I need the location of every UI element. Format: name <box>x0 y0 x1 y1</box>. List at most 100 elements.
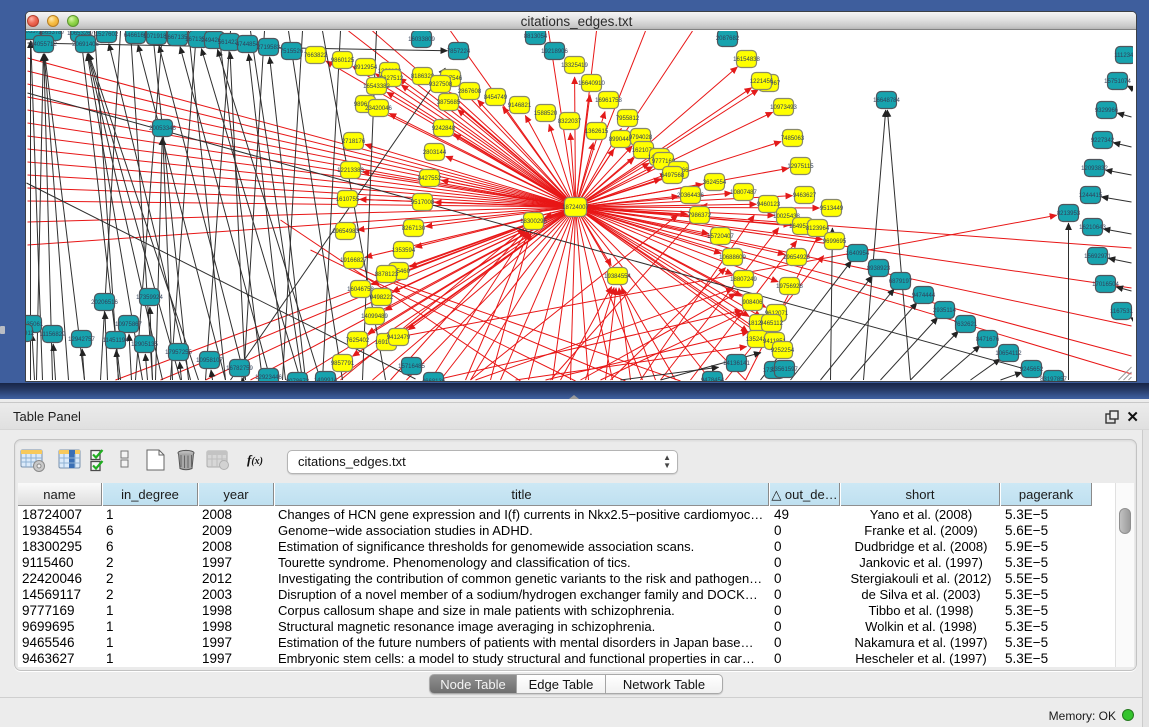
svg-text:18300295: 18300295 <box>520 219 547 225</box>
svg-text:3915912: 3915912 <box>26 331 35 337</box>
svg-text:7986372: 7986372 <box>687 213 711 219</box>
svg-text:1353594: 1353594 <box>391 248 415 254</box>
svg-text:10807487: 10807487 <box>730 190 757 196</box>
svg-text:8213953: 8213953 <box>1056 211 1080 217</box>
svg-text:7663822: 7663822 <box>303 53 327 59</box>
svg-text:12942757: 12942757 <box>68 337 95 343</box>
svg-text:3624554: 3624554 <box>702 180 726 186</box>
svg-text:16210643: 16210643 <box>1079 225 1106 231</box>
svg-text:15720407: 15720407 <box>707 234 734 240</box>
svg-text:1527602: 1527602 <box>94 32 118 38</box>
svg-text:15692971: 15692971 <box>1084 254 1111 260</box>
svg-text:20053346: 20053346 <box>149 126 176 132</box>
svg-text:16961758: 16961758 <box>595 98 622 104</box>
svg-text:16033809: 16033809 <box>408 37 435 43</box>
svg-text:9857791: 9857791 <box>330 361 354 367</box>
svg-text:19654983: 19654983 <box>332 229 359 235</box>
svg-text:2719583: 2719583 <box>256 45 280 51</box>
svg-text:9463627: 9463627 <box>792 193 816 199</box>
svg-text:1362615: 1362615 <box>584 129 608 135</box>
svg-text:19218906: 19218906 <box>541 49 568 55</box>
svg-text:9860125: 9860125 <box>330 58 354 64</box>
svg-text:1112345: 1112345 <box>1114 53 1133 59</box>
svg-text:f(x): f(x) <box>247 452 263 467</box>
svg-text:14055712: 14055712 <box>30 42 57 48</box>
svg-text:9146821: 9146821 <box>507 103 531 109</box>
svg-text:8912954: 8912954 <box>353 65 377 71</box>
svg-text:18807249: 18807249 <box>730 277 757 283</box>
svg-text:15716485: 15716485 <box>398 364 425 370</box>
svg-text:9460123: 9460123 <box>756 202 780 208</box>
svg-text:8427552: 8427552 <box>417 176 441 182</box>
svg-text:12923446: 12923446 <box>255 375 282 381</box>
svg-text:12975115: 12975115 <box>787 164 814 170</box>
svg-text:17359924: 17359924 <box>136 295 163 301</box>
svg-text:9242848: 9242848 <box>431 126 455 132</box>
svg-text:13325419: 13325419 <box>561 63 588 69</box>
svg-text:7515526: 7515526 <box>279 49 303 55</box>
svg-text:8938923: 8938923 <box>866 266 890 272</box>
svg-text:17016504: 17016504 <box>1092 282 1119 288</box>
svg-text:83197857: 83197857 <box>1040 377 1067 381</box>
svg-text:20206516: 20206516 <box>91 300 118 306</box>
svg-text:16543382: 16543382 <box>363 84 390 90</box>
svg-text:20364436: 20364436 <box>677 193 704 199</box>
svg-text:19654923: 19654923 <box>783 255 810 261</box>
svg-text:12213383: 12213383 <box>337 168 364 174</box>
svg-text:9794028: 9794028 <box>628 135 652 141</box>
svg-text:8267130: 8267130 <box>401 226 425 232</box>
svg-text:908406: 908406 <box>742 300 763 306</box>
svg-text:10688609: 10688609 <box>719 255 746 261</box>
svg-text:16648784: 16648784 <box>873 98 900 104</box>
svg-text:15751074: 15751074 <box>1104 79 1131 85</box>
svg-text:9412479: 9412479 <box>386 335 410 341</box>
svg-text:9329966: 9329966 <box>1094 108 1118 114</box>
svg-text:9245652: 9245652 <box>1019 367 1043 373</box>
svg-text:6497568: 6497568 <box>660 173 684 179</box>
svg-text:10973493: 10973493 <box>770 105 797 111</box>
svg-text:1588520: 1588520 <box>533 111 557 117</box>
svg-text:2867608: 2867608 <box>457 89 481 95</box>
svg-text:10654112: 10654112 <box>995 351 1022 357</box>
svg-text:8878123: 8878123 <box>374 272 398 278</box>
svg-text:14099489: 14099489 <box>361 314 388 320</box>
svg-text:8454749: 8454749 <box>483 95 507 101</box>
svg-text:2935114: 2935114 <box>933 308 957 314</box>
svg-text:17957255: 17957255 <box>165 350 192 356</box>
svg-text:16782759: 16782759 <box>226 366 253 372</box>
svg-text:9227342: 9227342 <box>1090 138 1114 144</box>
svg-text:19166827: 19166827 <box>340 258 367 264</box>
svg-text:7485063: 7485063 <box>780 136 804 142</box>
svg-text:1221456: 1221456 <box>749 79 773 85</box>
svg-text:8322037: 8322037 <box>557 119 581 125</box>
svg-text:8813054: 8813054 <box>523 34 547 40</box>
svg-text:7955812: 7955812 <box>615 116 639 122</box>
svg-text:2718176: 2718176 <box>341 139 365 145</box>
svg-text:19756928: 19756928 <box>776 284 803 290</box>
svg-text:9327508: 9327508 <box>428 82 452 88</box>
svg-text:9474444: 9474444 <box>911 293 935 299</box>
svg-text:1244415: 1244415 <box>1078 193 1102 199</box>
svg-text:9699695: 9699695 <box>822 239 846 245</box>
svg-text:12905135: 12905135 <box>131 342 158 348</box>
svg-text:18724007: 18724007 <box>562 205 589 211</box>
svg-text:11451194: 11451194 <box>102 338 128 344</box>
svg-text:7625402: 7625402 <box>345 338 369 344</box>
svg-text:9513449: 9513449 <box>819 206 843 212</box>
svg-text:14136141: 14136141 <box>723 361 750 367</box>
svg-text:23420046: 23420046 <box>365 106 392 112</box>
svg-text:8078673: 8078673 <box>285 379 309 381</box>
svg-text:16154838: 16154838 <box>733 57 760 63</box>
svg-text:9465112: 9465112 <box>760 321 784 327</box>
svg-text:2803144: 2803144 <box>422 150 446 156</box>
svg-text:16640910: 16640910 <box>578 81 605 87</box>
svg-text:4668136: 4668136 <box>421 379 445 381</box>
svg-text:20691406: 20691406 <box>72 42 99 48</box>
svg-text:7632621: 7632621 <box>953 322 977 328</box>
svg-text:2087682: 2087682 <box>715 36 739 42</box>
svg-text:8471676: 8471676 <box>975 337 999 343</box>
svg-text:10975867: 10975867 <box>115 322 142 328</box>
svg-text:8123964: 8123964 <box>805 226 829 232</box>
svg-text:9252254: 9252254 <box>770 348 794 354</box>
svg-text:1499914: 1499914 <box>313 378 337 381</box>
